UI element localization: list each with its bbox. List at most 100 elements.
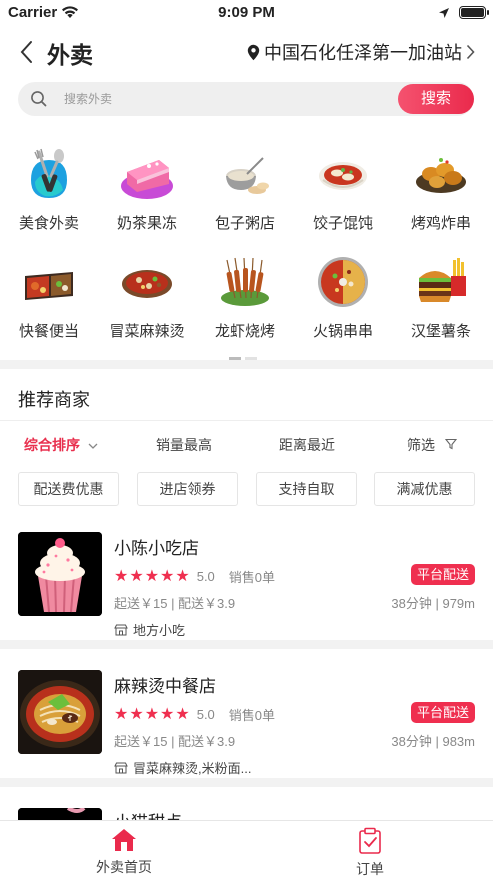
- shop-image: [18, 670, 102, 754]
- tab-orders[interactable]: 订单: [300, 827, 440, 879]
- category-item[interactable]: 包子粥店: [196, 146, 294, 233]
- search-button[interactable]: 搜索: [398, 84, 474, 114]
- spicy-pot-icon: [122, 270, 172, 298]
- sort-distance[interactable]: 距离最近: [279, 435, 335, 455]
- delivery-fees: 起送￥15 | 配送￥3.9: [114, 596, 236, 611]
- sort-comprehensive[interactable]: 综合排序: [24, 435, 98, 455]
- category-label: 烤鸡炸串: [410, 215, 471, 232]
- filter-chip[interactable]: 满减优惠: [374, 472, 475, 506]
- shop-rating: ★★★★★ 5.0 销售0单: [114, 566, 275, 586]
- category-label: 火锅串串: [312, 323, 373, 340]
- hotpot-icon: [318, 257, 368, 307]
- category-label: 美食外卖: [18, 215, 79, 232]
- delivery-distance: 38分钟 | 983m: [391, 734, 475, 749]
- sort-label: 筛选: [407, 437, 435, 453]
- shop-category: 冒菜麻辣烫,米粉面...: [114, 758, 251, 777]
- category-label: 冒菜麻辣烫: [109, 323, 185, 340]
- sort-label: 综合排序: [24, 437, 80, 453]
- shop-category-label: 冒菜麻辣烫,米粉面...: [133, 761, 252, 776]
- category-item[interactable]: 火锅串串: [294, 254, 392, 341]
- section-divider: [0, 640, 493, 649]
- page-title: 外卖: [47, 42, 93, 68]
- chevron-right-icon: [466, 44, 475, 60]
- section-divider: [0, 360, 493, 369]
- category-label: 龙虾烧烤: [214, 323, 275, 340]
- fork-spoon-icon: [31, 148, 67, 198]
- section-divider: [0, 778, 493, 787]
- location-selector[interactable]: 中国石化任泽第一加油站: [247, 39, 475, 65]
- porridge-bowl-icon: [226, 157, 269, 194]
- tab-home[interactable]: 外卖首页: [54, 827, 194, 877]
- category-item[interactable]: 冒菜麻辣烫: [98, 254, 196, 341]
- shop-image: [18, 808, 102, 820]
- battery-tip: [487, 10, 489, 15]
- category-label: 包子粥店: [214, 215, 275, 232]
- shop-image: [18, 532, 102, 616]
- dumpling-bowl-icon: [319, 162, 367, 190]
- sales-count: 销售0单: [228, 569, 276, 585]
- category-item[interactable]: 烤鸡炸串: [392, 146, 490, 233]
- cupcake-image: [18, 532, 102, 616]
- shop-name: 小陈小吃店: [114, 539, 199, 558]
- category-item[interactable]: 快餐便当: [0, 254, 98, 341]
- filter-chip[interactable]: 配送费优惠: [18, 472, 119, 506]
- rating-score: 5.0: [196, 568, 215, 584]
- shop-category: 地方小吃: [114, 620, 185, 639]
- clock: 9:09 PM: [218, 4, 275, 21]
- tab-bar: 外卖首页 订单: [0, 820, 493, 879]
- noodle-pot-image: [18, 670, 102, 754]
- shop-rating: ★★★★★ 5.0 销售0单: [114, 704, 275, 724]
- delivery-distance: 38分钟 | 979m: [391, 596, 475, 611]
- chevron-left-icon: [20, 41, 32, 63]
- sort-bar: 综合排序 销量最高 距离最近 筛选: [0, 420, 493, 466]
- shop-card[interactable]: 小猫甜点: [0, 808, 493, 820]
- shop-category-label: 地方小吃: [133, 623, 186, 638]
- search-input[interactable]: [64, 88, 384, 110]
- order-clipboard-icon: [359, 827, 381, 854]
- category-label: 快餐便当: [18, 323, 79, 340]
- delivery-fees: 起送￥15 | 配送￥3.9: [114, 734, 236, 749]
- sort-filter[interactable]: 筛选: [407, 435, 458, 455]
- shop-name: 小猫甜点: [114, 808, 182, 820]
- map-pin-icon: [247, 44, 260, 60]
- skewers-icon: [221, 257, 269, 306]
- cake-icon: [121, 160, 173, 199]
- fried-chicken-icon: [416, 158, 466, 193]
- star-rating-icon: ★★★★★: [114, 706, 191, 723]
- search-bar: 搜索: [18, 82, 474, 116]
- dessert-image: [18, 808, 102, 820]
- category-label: 汉堡薯条: [410, 323, 471, 340]
- chevron-down-icon: [88, 443, 98, 449]
- filter-chip[interactable]: 支持自取: [256, 472, 357, 506]
- category-item[interactable]: 美食外卖: [0, 146, 98, 233]
- burger-fries-icon: [419, 258, 466, 302]
- battery-icon: [459, 6, 486, 19]
- store-icon: [114, 624, 128, 635]
- category-item[interactable]: 龙虾烧烤: [196, 254, 294, 341]
- filter-chip[interactable]: 进店领券: [137, 472, 238, 506]
- header: 外卖 中国石化任泽第一加油站: [0, 30, 493, 74]
- tab-label: 订单: [356, 861, 384, 877]
- status-bar: Carrier 9:09 PM: [0, 0, 493, 26]
- store-icon: [114, 762, 128, 773]
- category-item[interactable]: 饺子馄饨: [294, 146, 392, 233]
- delivery-badge: 平台配送: [410, 564, 475, 585]
- sort-sales[interactable]: 销量最高: [156, 435, 212, 455]
- location-name: 中国石化任泽第一加油站: [264, 43, 462, 63]
- location-arrow-icon: [438, 6, 450, 24]
- sales-count: 销售0单: [228, 707, 276, 723]
- delivery-badge: 平台配送: [410, 702, 475, 723]
- home-icon: [112, 829, 136, 851]
- filter-funnel-icon: [444, 438, 458, 450]
- rating-score: 5.0: [196, 706, 215, 722]
- bento-box-icon: [25, 272, 73, 300]
- shop-name: 麻辣烫中餐店: [114, 677, 216, 696]
- back-button[interactable]: [16, 39, 40, 65]
- tab-label: 外卖首页: [96, 859, 152, 875]
- category-item[interactable]: 汉堡薯条: [392, 254, 490, 341]
- section-title: 推荐商家: [18, 390, 90, 410]
- star-rating-icon: ★★★★★: [114, 568, 191, 585]
- category-label: 奶茶果冻: [116, 215, 177, 232]
- category-item[interactable]: 奶茶果冻: [98, 146, 196, 233]
- category-label: 饺子馄饨: [312, 215, 373, 232]
